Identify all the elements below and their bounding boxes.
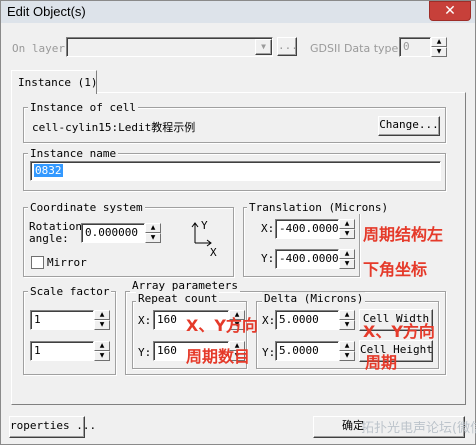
delta-x-label: X: (262, 314, 276, 327)
array-parameters-title: Array parameters (130, 279, 240, 292)
annotation-delta-line1: X、Y方向 (363, 322, 435, 341)
instance-name-title: Instance name (28, 147, 119, 160)
rotation-angle-input[interactable]: 0.000000 (81, 223, 145, 243)
title-bar: Edit Object(s) ✕ (1, 1, 475, 23)
annotation-translation-line2: 下角坐标 (363, 260, 428, 279)
axis-x-label: X (210, 246, 217, 259)
spin-down-icon[interactable]: ▼ (94, 320, 110, 330)
annotation-repeat-line2: 周期数目 (186, 347, 251, 366)
layer-browse-label: ... (278, 39, 298, 52)
change-cell-label: Change... (379, 118, 439, 131)
axis-y-label: Y (201, 219, 208, 232)
scale-factor-value-2: 1 (34, 344, 41, 357)
translation-y-spinner[interactable]: ▲ ▼ (339, 249, 355, 269)
on-layer-label: On layer: (12, 42, 72, 55)
mirror-checkbox[interactable] (31, 256, 44, 269)
gdsii-data-type-value: 0 (403, 40, 410, 53)
repeat-count-x-value: 160 (157, 313, 177, 326)
spin-up-icon[interactable]: ▲ (431, 37, 447, 47)
spin-up-icon[interactable]: ▲ (339, 341, 355, 351)
gdsii-data-type-label: GDSII Data type: (310, 42, 403, 55)
delta-title: Delta (Microns) (262, 292, 366, 305)
delta-y-value: 5.0000 (279, 344, 319, 357)
scale-factor-value-1: 1 (34, 313, 41, 326)
scale-factor-spinner-1[interactable]: ▲ ▼ (94, 310, 110, 330)
repeat-x-label: X: (138, 314, 152, 327)
cell-name-value: cell-cylin15:Ledit教程示例 (32, 121, 196, 134)
spin-up-icon[interactable]: ▲ (339, 310, 355, 320)
annotation-delta-line2: 周期 (365, 353, 398, 372)
coordinate-system-title: Coordinate system (28, 201, 145, 214)
on-layer-select[interactable] (66, 37, 273, 57)
delta-y-spinner[interactable]: ▲ ▼ (339, 341, 355, 361)
watermark-text: 拓扑光电声论坛(微信) (361, 421, 476, 436)
scale-factor-input-1[interactable]: 1 (30, 310, 94, 330)
spin-down-icon[interactable]: ▼ (339, 259, 355, 269)
translation-y-value: -400.0000 (279, 252, 339, 265)
repeat-count-y-value: 160 (157, 344, 177, 357)
properties-label: roperties ... (10, 419, 97, 432)
tab-instance-label: Instance (1) (18, 76, 98, 89)
translation-title: Translation (Microns) (247, 201, 391, 214)
instance-name-value: 0832 (34, 164, 63, 177)
spin-down-icon[interactable]: ▼ (431, 47, 447, 57)
on-layer-dropdown-button[interactable]: ▼ (255, 39, 272, 55)
gdsii-spinner[interactable]: ▲ ▼ (431, 37, 447, 57)
repeat-y-label: Y: (138, 346, 152, 359)
close-button[interactable]: ✕ (429, 1, 471, 21)
spin-down-icon[interactable]: ▼ (94, 351, 110, 361)
delta-x-input[interactable]: 5.0000 (275, 310, 339, 330)
change-cell-button[interactable]: Change... (378, 116, 440, 136)
gdsii-data-type-input[interactable]: 0 (399, 37, 431, 57)
close-icon: ✕ (444, 3, 456, 19)
rotation-angle-value: 0.000000 (85, 226, 138, 239)
annotation-translation-line1: 周期结构左 (363, 225, 444, 244)
spin-down-icon[interactable]: ▼ (339, 351, 355, 361)
repeat-count-title: Repeat count (136, 292, 220, 305)
spin-down-icon[interactable]: ▼ (339, 320, 355, 330)
spin-up-icon[interactable]: ▲ (94, 341, 110, 351)
delta-x-value: 5.0000 (279, 313, 319, 326)
spin-up-icon[interactable]: ▲ (94, 310, 110, 320)
scale-factor-spinner-2[interactable]: ▲ ▼ (94, 341, 110, 361)
instance-of-cell-title: Instance of cell (28, 101, 138, 114)
rotation-label-line2: angle: (29, 232, 69, 245)
scale-factor-group (23, 291, 116, 375)
window-title: Edit Object(s) (7, 4, 86, 19)
edit-objects-dialog: Edit Object(s) ✕ On layer: ▼ ... GDSII D… (0, 0, 476, 445)
properties-button[interactable]: roperties ... (9, 416, 96, 438)
spin-down-icon[interactable]: ▼ (339, 229, 355, 239)
translation-x-label: X: (261, 222, 275, 235)
spin-down-icon[interactable]: ▼ (145, 233, 161, 243)
delta-y-label: Y: (262, 346, 276, 359)
layer-browse-button[interactable]: ... (277, 37, 298, 56)
translation-y-input[interactable]: -400.0000 (275, 249, 339, 269)
mirror-label: Mirror (47, 256, 87, 269)
annotation-repeat-line1: X、Y方向 (186, 316, 258, 335)
tab-instance[interactable]: Instance (1) (11, 70, 97, 94)
spin-up-icon[interactable]: ▲ (339, 249, 355, 259)
translation-y-label: Y: (261, 252, 275, 265)
chevron-down-icon: ▼ (261, 42, 266, 51)
translation-x-input[interactable]: -400.0000 (275, 219, 339, 239)
translation-x-value: -400.0000 (279, 222, 339, 235)
scale-factor-title: Scale factor (28, 285, 112, 298)
delta-y-input[interactable]: 5.0000 (275, 341, 339, 361)
translation-x-spinner[interactable]: ▲ ▼ (339, 219, 355, 239)
instance-name-input[interactable]: 0832 (30, 161, 441, 181)
spin-up-icon[interactable]: ▲ (145, 223, 161, 233)
delta-x-spinner[interactable]: ▲ ▼ (339, 310, 355, 330)
scale-factor-input-2[interactable]: 1 (30, 341, 94, 361)
spin-up-icon[interactable]: ▲ (339, 219, 355, 229)
rotation-spinner[interactable]: ▲ ▼ (145, 223, 161, 243)
